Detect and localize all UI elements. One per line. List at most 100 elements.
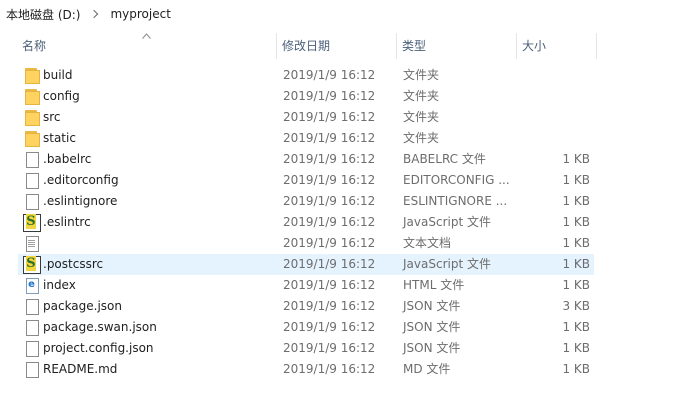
file-icon: [23, 172, 39, 189]
file-modified-date: 2019/1/9 16:12: [283, 278, 376, 292]
file-type: JavaScript 文件: [403, 215, 491, 229]
column-divider[interactable]: [396, 33, 397, 59]
file-type: JSON 文件: [403, 341, 461, 355]
folder-icon: [23, 130, 40, 147]
file-row[interactable]: project.config.json 2019/1/9 16:12 JSON 文件…: [18, 338, 594, 359]
file-size: [523, 65, 590, 86]
file-name: .editorconfig: [43, 173, 119, 187]
file-row[interactable]: .eslintrc 2019/1/9 16:12 JavaScript 文件 1 KB: [18, 212, 594, 233]
column-header-date[interactable]: 修改日期: [278, 33, 396, 59]
file-row[interactable]: config 2019/1/9 16:12 文件夹: [18, 86, 594, 107]
file-name: src: [43, 110, 61, 124]
file-row[interactable]: 2019/1/9 16:12 文本文档 1 KB: [18, 233, 594, 254]
javascript-file-icon: [23, 256, 41, 274]
file-row[interactable]: index 2019/1/9 16:12 HTML 文件 1 KB: [18, 275, 594, 296]
file-type: JSON 文件: [403, 320, 461, 334]
file-size: 1 KB: [562, 236, 590, 250]
folder-icon: [23, 67, 40, 84]
folder-icon: [23, 109, 40, 126]
breadcrumb-drive[interactable]: 本地磁盘 (D:): [6, 6, 80, 23]
file-type: ESLINTIGNORE ...: [403, 194, 508, 208]
column-header: 名称 修改日期 类型 大小: [18, 33, 598, 59]
file-size: 1 KB: [562, 320, 590, 334]
file-modified-date: 2019/1/9 16:12: [283, 152, 376, 166]
breadcrumb-folder[interactable]: myproject: [110, 7, 170, 21]
file-row[interactable]: .postcssrc 2019/1/9 16:12 JavaScript 文件 1 K…: [18, 254, 594, 275]
file-type: 文件夹: [403, 89, 440, 103]
file-icon: [23, 319, 39, 336]
file-name: .postcssrc: [43, 257, 104, 271]
file-icon: [23, 193, 39, 210]
folder-icon: [23, 88, 40, 105]
javascript-file-icon: [23, 214, 41, 232]
file-modified-date: 2019/1/9 16:12: [283, 299, 376, 313]
file-modified-date: 2019/1/9 16:12: [283, 362, 376, 376]
file-size: [523, 128, 590, 149]
file-modified-date: 2019/1/9 16:12: [283, 194, 376, 208]
file-icon: [23, 151, 39, 168]
file-row[interactable]: .editorconfig 2019/1/9 16:12 EDITORCONFIG …: [18, 170, 594, 191]
file-name: static: [43, 131, 76, 145]
file-name: build: [43, 68, 73, 82]
file-type: JSON 文件: [403, 299, 461, 313]
file-size: 1 KB: [562, 194, 590, 208]
file-name: index: [43, 278, 76, 292]
file-modified-date: 2019/1/9 16:12: [283, 173, 376, 187]
file-name: package.swan.json: [43, 320, 157, 334]
file-modified-date: 2019/1/9 16:12: [283, 215, 376, 229]
column-divider[interactable]: [596, 33, 597, 59]
file-row[interactable]: README.md 2019/1/9 16:12 MD 文件 1 KB: [18, 359, 594, 380]
file-name: package.json: [43, 299, 123, 313]
column-divider[interactable]: [276, 33, 277, 59]
file-row[interactable]: .babelrc 2019/1/9 16:12 BABELRC 文件 1 KB: [18, 149, 594, 170]
file-size: [523, 86, 590, 107]
file-name: .eslintrc: [43, 215, 91, 229]
file-name: config: [43, 89, 80, 103]
file-type: EDITORCONFIG ...: [403, 173, 510, 187]
file-icon: [23, 361, 39, 378]
file-size: 1 KB: [562, 278, 590, 292]
file-modified-date: 2019/1/9 16:12: [283, 236, 376, 250]
file-row[interactable]: package.swan.json 2019/1/9 16:12 JSON 文件 1 …: [18, 317, 594, 338]
file-modified-date: 2019/1/9 16:12: [283, 89, 376, 103]
file-name: README.md: [43, 362, 118, 376]
file-name: .babelrc: [43, 152, 92, 166]
file-modified-date: 2019/1/9 16:12: [283, 110, 376, 124]
file-type: 文件夹: [403, 68, 440, 82]
file-size: 1 KB: [562, 152, 590, 166]
breadcrumb: 本地磁盘 (D:) myproject: [6, 6, 171, 22]
column-header-name[interactable]: 名称: [18, 33, 275, 59]
column-header-type[interactable]: 类型: [398, 33, 516, 59]
column-divider[interactable]: [516, 33, 517, 59]
chevron-right-icon[interactable]: [90, 9, 100, 19]
file-modified-date: 2019/1/9 16:12: [283, 341, 376, 355]
file-name: .eslintignore: [43, 194, 118, 208]
file-size: 1 KB: [562, 215, 590, 229]
file-icon: [23, 298, 39, 315]
file-modified-date: 2019/1/9 16:12: [283, 68, 376, 82]
file-icon: [23, 340, 39, 357]
file-type: HTML 文件: [403, 278, 465, 292]
file-size: 1 KB: [562, 341, 590, 355]
file-row[interactable]: static 2019/1/9 16:12 文件夹: [18, 128, 594, 149]
file-type: 文件夹: [403, 131, 440, 145]
file-modified-date: 2019/1/9 16:12: [283, 320, 376, 334]
file-size: [523, 107, 590, 128]
file-type: 文件夹: [403, 110, 440, 124]
file-type: MD 文件: [403, 362, 451, 376]
file-size: 1 KB: [562, 257, 590, 271]
file-name: project.config.json: [43, 341, 154, 355]
file-row[interactable]: src 2019/1/9 16:12 文件夹: [18, 107, 594, 128]
file-size: 1 KB: [562, 362, 590, 376]
file-size: 3 KB: [562, 299, 590, 313]
html-file-icon: [23, 277, 39, 294]
file-modified-date: 2019/1/9 16:12: [283, 131, 376, 145]
file-row[interactable]: .eslintignore 2019/1/9 16:12 ESLINTIGNORE …: [18, 191, 594, 212]
file-type: BABELRC 文件: [403, 152, 486, 166]
file-modified-date: 2019/1/9 16:12: [283, 257, 376, 271]
column-header-size[interactable]: 大小: [518, 33, 594, 59]
file-size: 1 KB: [562, 173, 590, 187]
file-row[interactable]: build 2019/1/9 16:12 文件夹: [18, 65, 594, 86]
file-type: 文本文档: [403, 236, 452, 250]
file-row[interactable]: package.json 2019/1/9 16:12 JSON 文件 3 KB: [18, 296, 594, 317]
